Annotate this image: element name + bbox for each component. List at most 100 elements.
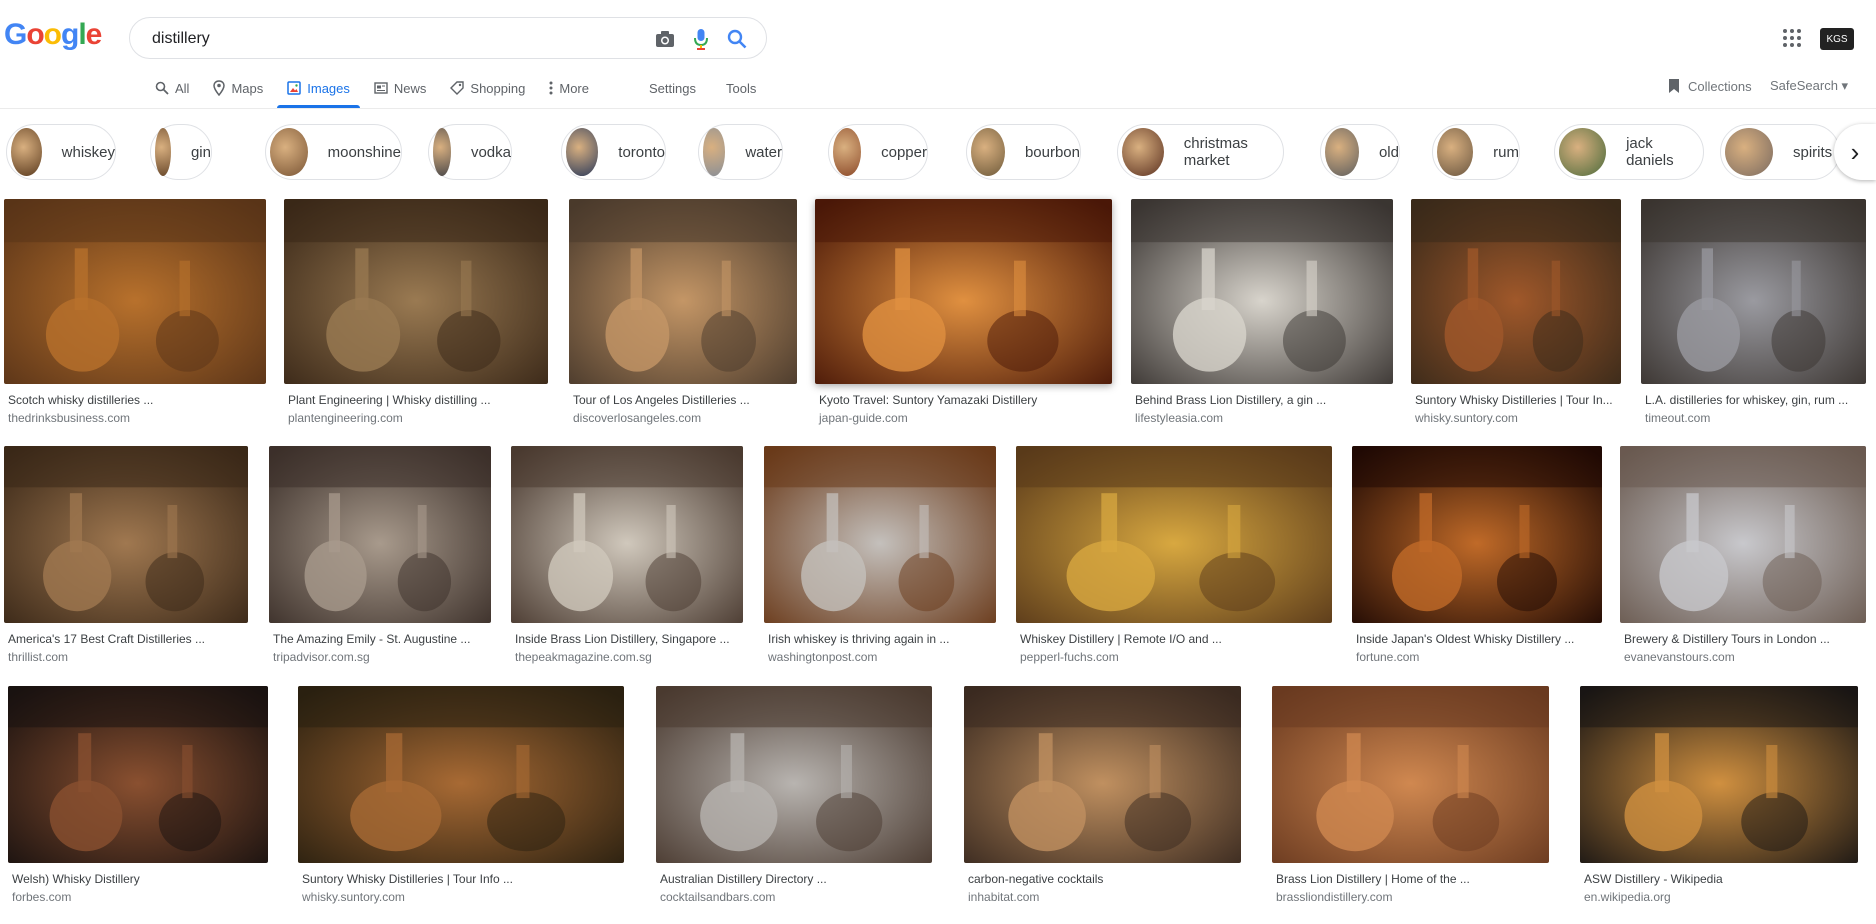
chip-old[interactable]: old — [1320, 124, 1400, 180]
result-title[interactable]: Whiskey Distillery | Remote I/O and ... — [1020, 632, 1328, 646]
result-site[interactable]: tripadvisor.com.sg — [273, 650, 370, 664]
settings-link[interactable]: Settings — [649, 81, 696, 96]
result-thumbnail[interactable] — [1131, 199, 1393, 384]
camera-icon[interactable] — [654, 28, 676, 50]
result-title[interactable]: Tour of Los Angeles Distilleries ... — [573, 393, 793, 407]
result-title[interactable]: Inside Brass Lion Distillery, Singapore … — [515, 632, 739, 646]
result-title[interactable]: Scotch whisky distilleries ... — [8, 393, 262, 407]
result-thumbnail[interactable] — [4, 199, 266, 384]
chip-water[interactable]: water — [698, 124, 783, 180]
result-title[interactable]: Australian Distillery Directory ... — [660, 872, 928, 886]
result-thumbnail[interactable] — [964, 686, 1241, 863]
image-result[interactable]: Brewery & Distillery Tours in London ...… — [1620, 446, 1866, 665]
result-thumbnail[interactable] — [298, 686, 624, 863]
apps-grid-icon[interactable] — [1782, 28, 1802, 48]
image-result[interactable]: Suntory Whisky Distilleries | Tour In...… — [1411, 199, 1621, 426]
result-title[interactable]: L.A. distilleries for whiskey, gin, rum … — [1645, 393, 1862, 407]
result-site[interactable]: whisky.suntory.com — [302, 890, 405, 904]
image-result[interactable]: Suntory Whisky Distilleries | Tour Info … — [298, 686, 624, 905]
result-thumbnail[interactable] — [1620, 446, 1866, 623]
chip-toronto[interactable]: toronto — [561, 124, 666, 180]
result-thumbnail[interactable] — [1641, 199, 1866, 384]
image-result[interactable]: Irish whiskey is thriving again in ... wa… — [764, 446, 996, 665]
result-thumbnail[interactable] — [284, 199, 548, 384]
microphone-icon[interactable] — [690, 28, 712, 50]
image-result[interactable]: America's 17 Best Craft Distilleries ...… — [4, 446, 248, 665]
image-result[interactable]: L.A. distilleries for whiskey, gin, rum … — [1641, 199, 1866, 426]
chip-rum[interactable]: rum — [1432, 124, 1520, 180]
result-title[interactable]: Inside Japan's Oldest Whisky Distillery … — [1356, 632, 1598, 646]
result-site[interactable]: plantengineering.com — [288, 411, 403, 425]
result-thumbnail[interactable] — [511, 446, 743, 623]
search-input[interactable] — [150, 26, 634, 52]
image-result[interactable]: ASW Distillery - Wikipedia en.wikipedia.o… — [1580, 686, 1858, 905]
result-thumbnail[interactable] — [1580, 686, 1858, 863]
result-thumbnail[interactable] — [764, 446, 996, 623]
chip-whiskey[interactable]: whiskey — [6, 124, 116, 180]
image-result[interactable]: Whiskey Distillery | Remote I/O and ... p… — [1016, 446, 1332, 665]
result-site[interactable]: en.wikipedia.org — [1584, 890, 1671, 904]
chip-gin[interactable]: gin — [150, 124, 212, 180]
result-title[interactable]: Suntory Whisky Distilleries | Tour Info … — [302, 872, 620, 886]
result-site[interactable]: discoverlosangeles.com — [573, 411, 701, 425]
result-title[interactable]: Kyoto Travel: Suntory Yamazaki Distiller… — [819, 393, 1108, 407]
result-thumbnail[interactable] — [656, 686, 932, 863]
result-thumbnail[interactable] — [1272, 686, 1549, 863]
image-result[interactable]: Plant Engineering | Whisky distilling ..… — [284, 199, 548, 426]
chip-copper[interactable]: copper — [828, 124, 928, 180]
tab-shopping[interactable]: Shopping — [440, 70, 535, 106]
tab-more[interactable]: More — [539, 70, 599, 106]
result-thumbnail[interactable] — [815, 199, 1112, 384]
chip-jack-daniels[interactable]: jack daniels — [1554, 124, 1704, 180]
result-site[interactable]: evanevanstours.com — [1624, 650, 1735, 664]
account-avatar[interactable]: KGS — [1820, 28, 1854, 50]
image-result[interactable]: Inside Brass Lion Distillery, Singapore … — [511, 446, 743, 665]
tab-all[interactable]: All — [145, 70, 199, 106]
result-site[interactable]: washingtonpost.com — [768, 650, 877, 664]
result-site[interactable]: timeout.com — [1645, 411, 1710, 425]
result-site[interactable]: japan-guide.com — [819, 411, 908, 425]
result-site[interactable]: cocktailsandbars.com — [660, 890, 775, 904]
result-site[interactable]: thepeakmagazine.com.sg — [515, 650, 652, 664]
tab-images[interactable]: Images — [277, 70, 360, 108]
image-result[interactable]: Welsh) Whisky Distillery forbes.com — [8, 686, 268, 905]
result-site[interactable]: pepperl-fuchs.com — [1020, 650, 1119, 664]
image-result[interactable]: The Amazing Emily - St. Augustine ... tri… — [269, 446, 491, 665]
chip-christmas-market[interactable]: christmas market — [1117, 124, 1284, 180]
result-site[interactable]: lifestyleasia.com — [1135, 411, 1223, 425]
result-title[interactable]: carbon-negative cocktails — [968, 872, 1237, 886]
chip-vodka[interactable]: vodka — [428, 124, 512, 180]
image-result[interactable]: Tour of Los Angeles Distilleries ... disc… — [569, 199, 797, 426]
image-result[interactable]: Kyoto Travel: Suntory Yamazaki Distiller… — [815, 199, 1112, 426]
google-logo[interactable]: Google — [4, 18, 102, 52]
safesearch-dropdown[interactable]: SafeSearch ▾ — [1770, 78, 1848, 94]
result-site[interactable]: forbes.com — [12, 890, 71, 904]
image-result[interactable]: Scotch whisky distilleries ... thedrinksb… — [4, 199, 266, 426]
result-thumbnail[interactable] — [1352, 446, 1602, 623]
image-result[interactable]: Inside Japan's Oldest Whisky Distillery … — [1352, 446, 1602, 665]
result-title[interactable]: Brass Lion Distillery | Home of the ... — [1276, 872, 1545, 886]
result-site[interactable]: whisky.suntory.com — [1415, 411, 1518, 425]
image-result[interactable]: Behind Brass Lion Distillery, a gin ... l… — [1131, 199, 1393, 426]
chip-bourbon[interactable]: bourbon — [966, 124, 1081, 180]
result-thumbnail[interactable] — [1016, 446, 1332, 623]
result-site[interactable]: thedrinksbusiness.com — [8, 411, 130, 425]
result-title[interactable]: Behind Brass Lion Distillery, a gin ... — [1135, 393, 1389, 407]
result-thumbnail[interactable] — [569, 199, 797, 384]
result-thumbnail[interactable] — [269, 446, 491, 623]
chip-spirits[interactable]: spirits — [1720, 124, 1840, 180]
result-thumbnail[interactable] — [4, 446, 248, 623]
result-thumbnail[interactable] — [1411, 199, 1621, 384]
result-title[interactable]: Welsh) Whisky Distillery — [12, 872, 264, 886]
collections-link[interactable]: Collections — [1668, 78, 1752, 94]
tab-news[interactable]: News — [364, 70, 437, 106]
image-result[interactable]: Brass Lion Distillery | Home of the ... b… — [1272, 686, 1549, 905]
result-site[interactable]: fortune.com — [1356, 650, 1419, 664]
result-title[interactable]: Plant Engineering | Whisky distilling ..… — [288, 393, 544, 407]
result-title[interactable]: The Amazing Emily - St. Augustine ... — [273, 632, 487, 646]
tools-link[interactable]: Tools — [726, 81, 756, 96]
result-site[interactable]: brassliondistillery.com — [1276, 890, 1392, 904]
image-result[interactable]: Australian Distillery Directory ... cockt… — [656, 686, 932, 905]
result-site[interactable]: inhabitat.com — [968, 890, 1039, 904]
result-thumbnail[interactable] — [8, 686, 268, 863]
